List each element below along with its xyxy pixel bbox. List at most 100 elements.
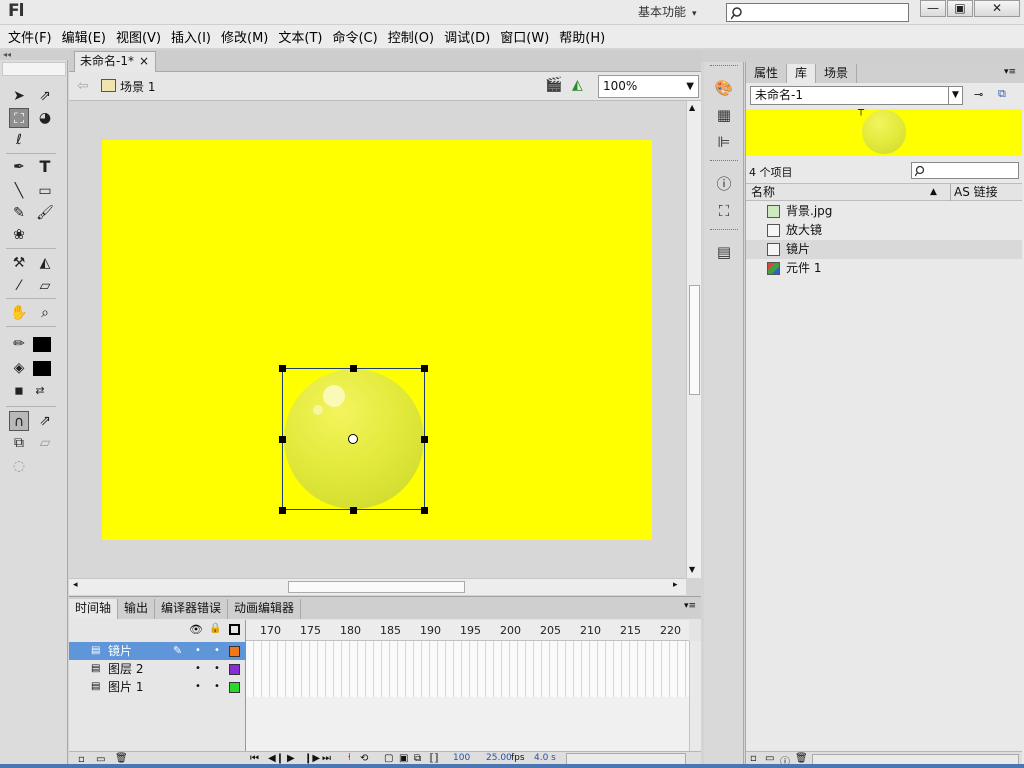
- visibility-dot[interactable]: •: [195, 660, 201, 678]
- lock-icon[interactable]: 🔒: [209, 623, 221, 634]
- transform-handle[interactable]: [421, 436, 428, 443]
- vertical-scrollbar[interactable]: ▲ ▼: [686, 101, 701, 578]
- eraser-tool-icon[interactable]: ▱: [35, 276, 55, 296]
- maximize-button[interactable]: ▣: [947, 0, 973, 17]
- transform-handle[interactable]: [350, 365, 357, 372]
- play-icon[interactable]: ▶: [287, 753, 295, 764]
- align-panel-icon[interactable]: ⊫: [712, 130, 736, 154]
- menu-text[interactable]: 文本(T): [273, 27, 327, 46]
- swatches-panel-icon[interactable]: ▦: [712, 103, 736, 127]
- layer-row[interactable]: ▤ 图片 1 • •: [69, 678, 246, 696]
- visibility-dot[interactable]: •: [195, 642, 201, 660]
- library-item[interactable]: 背景.jpg: [746, 202, 1022, 221]
- library-item[interactable]: 放大镜: [746, 221, 1022, 240]
- transform-point[interactable]: [348, 434, 358, 444]
- lock-dot[interactable]: •: [214, 660, 220, 678]
- visibility-dot[interactable]: •: [195, 678, 201, 696]
- help-search-input[interactable]: [726, 3, 909, 22]
- delete-layer-icon[interactable]: 🗑: [115, 753, 128, 764]
- transform-handle[interactable]: [279, 365, 286, 372]
- menu-modify[interactable]: 修改(M): [216, 27, 273, 46]
- edit-scene-icon[interactable]: 🎬: [545, 77, 565, 95]
- outline-icon[interactable]: [229, 624, 240, 635]
- library-item[interactable]: 镜片: [746, 240, 1022, 259]
- swap-colors-icon[interactable]: ⇄: [30, 381, 50, 401]
- smooth-icon[interactable]: ⇗: [35, 411, 55, 431]
- new-library-panel-icon[interactable]: ⧉: [998, 87, 1006, 101]
- eye-icon[interactable]: 👁: [189, 623, 203, 636]
- menu-edit[interactable]: 编辑(E): [57, 27, 111, 46]
- timeline-vertical-scrollbar[interactable]: [689, 641, 701, 751]
- eyedropper-tool-icon[interactable]: ⁄: [9, 276, 29, 296]
- horizontal-scrollbar[interactable]: ◂ ▸: [69, 578, 686, 595]
- scroll-right-icon[interactable]: ▸: [673, 580, 678, 590]
- subselection-tool-icon[interactable]: ⇗: [35, 86, 55, 106]
- tab-motion-editor[interactable]: 动画编辑器: [228, 599, 302, 619]
- pen-tool-icon[interactable]: ✒: [9, 157, 29, 177]
- scroll-up-icon[interactable]: ▲: [689, 103, 695, 112]
- tab-timeline[interactable]: 时间轴: [69, 599, 119, 619]
- frame-rate[interactable]: 25.00: [486, 753, 512, 763]
- panel-menu-icon[interactable]: ▾≡: [684, 601, 696, 611]
- delete-icon[interactable]: 🗑: [795, 753, 808, 764]
- deco-tool-icon[interactable]: ❀: [9, 225, 29, 245]
- stroke-color-icon[interactable]: ✏: [9, 334, 29, 354]
- scale-icon[interactable]: ⧉: [9, 433, 29, 453]
- document-tab[interactable]: 未命名-1* ×: [74, 51, 156, 72]
- layer-row[interactable]: ▤ 镜片 ✎ • •: [69, 642, 246, 660]
- library-document-select[interactable]: 未命名-1 ▼: [750, 86, 963, 105]
- black-white-icon[interactable]: ◼: [9, 381, 29, 401]
- layer-color-swatch[interactable]: [229, 646, 240, 657]
- center-frame-icon[interactable]: ⍿: [348, 752, 351, 763]
- vertical-scroll-thumb[interactable]: [689, 285, 700, 395]
- line-tool-icon[interactable]: ╲: [9, 181, 29, 201]
- transform-handle[interactable]: [421, 507, 428, 514]
- back-arrow-icon[interactable]: ⇦: [77, 78, 89, 94]
- menu-commands[interactable]: 命令(C): [327, 27, 382, 46]
- first-frame-icon[interactable]: ⏮: [250, 753, 259, 764]
- edit-symbols-icon[interactable]: ◭: [572, 77, 592, 95]
- icon-bar-grip[interactable]: [710, 229, 738, 235]
- close-tab-icon[interactable]: ×: [139, 52, 149, 71]
- previous-frame-icon[interactable]: ◀❙: [268, 753, 284, 764]
- tools-panel-grip[interactable]: [2, 62, 66, 76]
- paint-bucket-tool-icon[interactable]: ◭: [35, 253, 55, 273]
- brush-tool-icon[interactable]: 🖌: [35, 203, 55, 223]
- align-icon[interactable]: ◌: [9, 456, 29, 476]
- selection-tool-icon[interactable]: ➤: [9, 86, 29, 106]
- loop-icon[interactable]: ⟲: [360, 753, 368, 764]
- onion-skin-icon[interactable]: ▢: [384, 753, 393, 764]
- tab-output[interactable]: 输出: [118, 599, 156, 619]
- fill-color-icon[interactable]: ◈: [9, 358, 29, 378]
- transform-handle[interactable]: [279, 436, 286, 443]
- scroll-down-icon[interactable]: ▼: [689, 565, 695, 574]
- transform-handle[interactable]: [279, 507, 286, 514]
- text-tool-icon[interactable]: T: [35, 157, 55, 177]
- transform-handle[interactable]: [421, 365, 428, 372]
- panel-collapse-icon[interactable]: ◂◂: [0, 50, 68, 60]
- library-search-input[interactable]: [911, 162, 1019, 179]
- layer-color-swatch[interactable]: [229, 664, 240, 675]
- close-window-button[interactable]: ✕: [974, 0, 1020, 17]
- bone-tool-icon[interactable]: ⚒: [9, 253, 29, 273]
- free-transform-tool-icon[interactable]: ⛶: [9, 108, 29, 128]
- tab-properties[interactable]: 属性: [746, 64, 788, 83]
- tab-scene[interactable]: 场景: [816, 64, 858, 83]
- library-item[interactable]: 元件 1: [746, 259, 1022, 278]
- zoom-select[interactable]: 100% ▼: [598, 75, 699, 98]
- color-panel-icon[interactable]: 🎨: [712, 76, 736, 100]
- scene-name[interactable]: 场景 1: [120, 78, 155, 95]
- lock-dot[interactable]: •: [214, 678, 220, 696]
- new-folder-icon[interactable]: ▭: [765, 753, 774, 764]
- 3d-rotation-tool-icon[interactable]: ◕: [35, 108, 55, 128]
- library-menu-icon[interactable]: ▾≡: [1004, 67, 1016, 77]
- snap-to-objects-icon[interactable]: ∩: [9, 411, 29, 431]
- lock-dot[interactable]: •: [214, 642, 220, 660]
- last-frame-icon[interactable]: ⏭: [322, 753, 331, 764]
- zoom-tool-icon[interactable]: ⌕: [35, 303, 55, 323]
- transform-handle[interactable]: [350, 507, 357, 514]
- icon-bar-grip[interactable]: [710, 65, 738, 71]
- info-panel-icon[interactable]: ⓘ: [712, 172, 736, 196]
- transform-panel-icon[interactable]: ⛶: [712, 199, 736, 223]
- menu-view[interactable]: 视图(V): [111, 27, 166, 46]
